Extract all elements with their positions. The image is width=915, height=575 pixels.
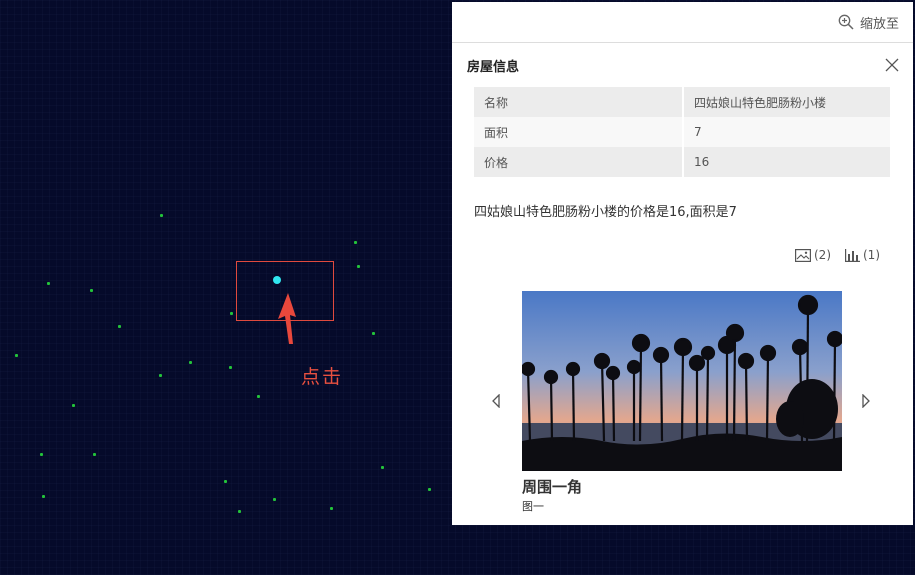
click-annotation: 点击 [301,366,344,388]
info-panel: 缩放至 房屋信息 名称 四姑娘山特色肥肠粉小楼 面积 7 价格 16 四姑娘山特… [452,2,913,525]
bar-chart-icon [845,248,860,262]
panel-header: 房屋信息 [452,43,913,87]
chevron-left-icon[interactable] [491,394,501,408]
attribute-key: 价格 [474,147,684,177]
attribute-key: 面积 [474,117,684,147]
map-point[interactable] [357,265,360,268]
carousel-image[interactable] [522,291,842,471]
zoom-to-label: 缩放至 [859,16,899,32]
chevron-right-icon[interactable] [861,394,871,408]
map-point[interactable] [189,361,192,364]
map-point[interactable] [372,332,375,335]
map-point[interactable] [381,466,384,469]
map-point[interactable] [72,404,75,407]
charts-count: (1) [863,248,880,262]
panel-title: 房屋信息 [467,59,520,75]
media-tabs: (2) (1) [795,248,880,262]
map-point[interactable] [238,510,241,513]
carousel-title: 周围一角 [522,478,583,496]
map-point[interactable] [93,453,96,456]
map-point[interactable] [354,241,357,244]
map-point[interactable] [40,453,43,456]
zoom-in-icon [838,14,854,30]
panel-toolbar: 缩放至 [452,2,913,43]
image-icon [795,248,811,262]
close-icon[interactable] [885,58,899,72]
map-point[interactable] [42,495,45,498]
attribute-value: 7 [683,117,890,147]
table-row: 价格 16 [474,147,890,177]
table-row: 面积 7 [474,117,890,147]
map-point[interactable] [47,282,50,285]
zoom-to-button[interactable]: 缩放至 [838,13,899,32]
attribute-value: 16 [683,147,890,177]
attribute-table: 名称 四姑娘山特色肥肠粉小楼 面积 7 价格 16 [474,87,890,177]
images-count: (2) [814,248,831,262]
map-point[interactable] [273,498,276,501]
carousel-subtitle: 图一 [522,500,544,513]
map-point[interactable] [330,507,333,510]
map-point[interactable] [90,289,93,292]
map-point[interactable] [15,354,18,357]
map-point[interactable] [257,395,260,398]
map-point[interactable] [229,366,232,369]
description-text: 四姑娘山特色肥肠粉小楼的价格是16,面积是7 [474,205,737,220]
attribute-value: 四姑娘山特色肥肠粉小楼 [683,87,890,117]
selected-map-point[interactable] [273,276,281,284]
charts-tab[interactable]: (1) [845,248,880,262]
map-point[interactable] [160,214,163,217]
table-row: 名称 四姑娘山特色肥肠粉小楼 [474,87,890,117]
images-tab[interactable]: (2) [795,248,831,262]
map-point[interactable] [118,325,121,328]
map-point[interactable] [230,312,233,315]
attribute-key: 名称 [474,87,684,117]
arrow-up-icon [278,293,296,344]
map-point[interactable] [159,374,162,377]
map-point[interactable] [224,480,227,483]
map-point[interactable] [428,488,431,491]
